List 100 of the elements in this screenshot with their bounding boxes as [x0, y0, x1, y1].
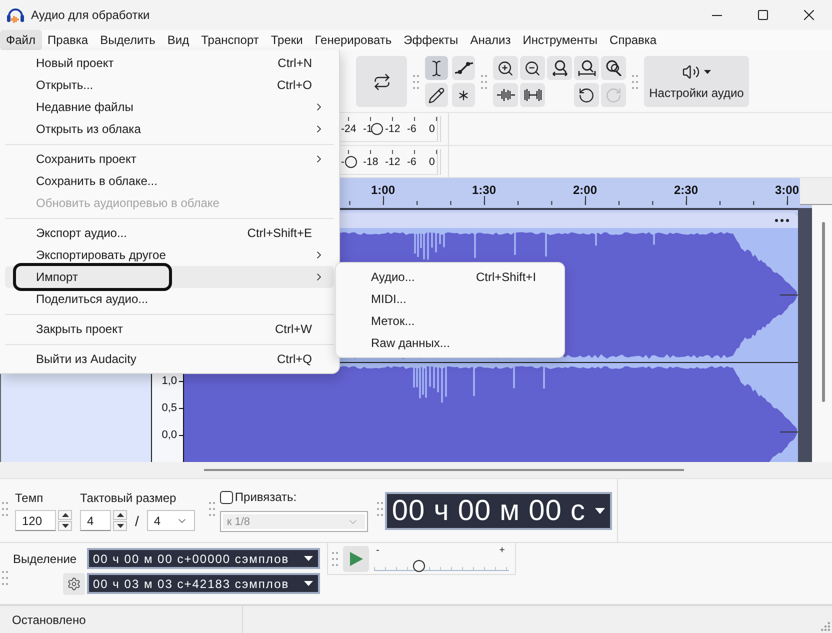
- menu-item[interactable]: Недавние файлы: [5, 96, 334, 118]
- time-label: 2:00: [572, 183, 598, 197]
- pencil-icon: [428, 86, 445, 104]
- amplitude-label: 0,5: [162, 401, 183, 415]
- menu-bar-item[interactable]: Транспорт: [195, 30, 265, 50]
- meter-label: 0: [429, 123, 435, 136]
- grip-handle[interactable]: [332, 552, 338, 566]
- menu-item[interactable]: Экспорт аудио... Ctrl+Shift+E: [5, 222, 334, 244]
- line-nodes-icon: [454, 60, 472, 76]
- zoom-out-icon: [524, 60, 541, 76]
- menu-item[interactable]: Экспортировать другое: [5, 244, 334, 266]
- menu-item[interactable]: Открыть... Ctrl+O: [5, 74, 334, 96]
- silence-button[interactable]: [520, 83, 545, 107]
- scrollbar-thumb[interactable]: [204, 469, 684, 471]
- shortcut-text: Ctrl+N: [278, 56, 312, 70]
- menu-item[interactable]: MIDI...: [339, 288, 561, 310]
- play-button[interactable]: [343, 546, 369, 572]
- zoom-toggle-button[interactable]: [601, 56, 626, 80]
- shortcut-text: Ctrl+Shift+I: [476, 270, 538, 284]
- settings-button[interactable]: [63, 572, 85, 594]
- time-display[interactable]: 00 ч 00 м 00 с: [384, 492, 612, 530]
- meter-label: -18: [363, 156, 378, 169]
- grip-handle[interactable]: [632, 75, 638, 89]
- zoom-in-button[interactable]: [493, 56, 518, 80]
- grip-handle[interactable]: [2, 502, 8, 516]
- trim-button[interactable]: [493, 83, 518, 107]
- selection-label: Выделение: [13, 552, 78, 566]
- down-triangle-icon: [62, 524, 68, 528]
- slider-thumb[interactable]: [412, 560, 425, 572]
- magnifier-arrows-icon: [550, 60, 568, 76]
- loop-icon: [372, 72, 390, 90]
- audio-setup-button[interactable]: Настройки аудио: [644, 56, 749, 107]
- menu-bar-item[interactable]: Справка: [604, 30, 663, 50]
- grip-handle[interactable]: [2, 571, 8, 585]
- menu-item[interactable]: Закрыть проект Ctrl+W: [5, 318, 334, 340]
- menu-item[interactable]: Сохранить проект: [5, 148, 334, 170]
- time-label: 1:00: [370, 183, 396, 197]
- redo-icon: [605, 86, 622, 104]
- grip-handle[interactable]: [376, 502, 383, 516]
- time-field[interactable]: 00 ч 03 м 03 с+42183 сэмплов: [87, 573, 320, 594]
- time-signature-label: Тактовый размер: [80, 491, 176, 505]
- maximize-icon: [758, 10, 768, 20]
- multi-tool-button[interactable]: [452, 83, 475, 107]
- waveform-icon: [496, 89, 514, 101]
- zoom-in-icon: [497, 60, 514, 76]
- fit-project-button[interactable]: [574, 56, 599, 80]
- menu-item[interactable]: Поделиться аудио...: [5, 288, 334, 310]
- tempo-label: Темп: [15, 491, 44, 505]
- menu-item[interactable]: Выйти из Audacity Ctrl+Q: [5, 348, 334, 370]
- envelope-tool-button[interactable]: [452, 56, 475, 80]
- grip-handle[interactable]: [481, 75, 487, 89]
- menu-bar-item[interactable]: Треки: [264, 30, 309, 50]
- menu-item[interactable]: Импорт: [5, 266, 334, 288]
- scrollbar-thumb[interactable]: [822, 222, 825, 402]
- divider-text: /: [135, 512, 139, 528]
- double-magnifier-icon: [604, 60, 622, 76]
- resize-grip-icon: [821, 622, 830, 631]
- zoom-out-button[interactable]: [520, 56, 545, 80]
- slider-max-label: +: [499, 546, 505, 556]
- menu-bar-item[interactable]: Правка: [42, 30, 94, 50]
- play-icon: [350, 552, 362, 566]
- up-triangle-icon: [116, 513, 124, 517]
- menu-item[interactable]: Новый проект Ctrl+N: [5, 52, 334, 74]
- slider-thumb[interactable]: [371, 123, 384, 135]
- spin-up-button[interactable]: [58, 510, 72, 520]
- grip-handle[interactable]: [208, 502, 215, 516]
- menu-item[interactable]: Аудио... Ctrl+Shift+I: [339, 266, 561, 288]
- time-label: 3:00: [774, 183, 800, 197]
- beats-field[interactable]: 4: [80, 510, 111, 531]
- more-icon[interactable]: [775, 219, 789, 222]
- loop-button[interactable]: [356, 56, 407, 107]
- spin-down-button[interactable]: [58, 521, 72, 531]
- draw-tool-button[interactable]: [425, 83, 448, 107]
- menu-bar-item[interactable]: Выделить: [94, 30, 162, 50]
- menu-bar-item[interactable]: Анализ: [464, 30, 517, 50]
- menu-bar-item[interactable]: Эффекты: [398, 30, 464, 50]
- time-field[interactable]: 00 ч 00 м 00 с+00000 сэмплов: [87, 548, 320, 569]
- spin-down-button[interactable]: [113, 521, 127, 531]
- meter-label: -24: [341, 123, 356, 136]
- close-icon: [804, 10, 814, 20]
- app-logo-icon: [7, 7, 24, 23]
- amplitude-label: 0,0: [162, 428, 183, 442]
- fit-selection-button[interactable]: [547, 56, 572, 80]
- spin-up-button[interactable]: [113, 510, 127, 520]
- caret-down-icon: [304, 556, 313, 561]
- tempo-field[interactable]: 120: [15, 510, 56, 531]
- slider-thumb[interactable]: [345, 156, 358, 168]
- caret-down-icon: [304, 581, 313, 586]
- grip-handle[interactable]: [413, 75, 419, 89]
- menu-item[interactable]: Открыть из облака: [5, 118, 334, 140]
- menu-bar-item[interactable]: Генерировать: [308, 30, 398, 50]
- beat-value-dropdown[interactable]: 4: [146, 510, 195, 531]
- menu-bar-item[interactable]: Вид: [161, 30, 196, 50]
- menu-bar-item[interactable]: Файл: [0, 30, 42, 50]
- meter-label: -12: [385, 156, 400, 169]
- select-tool-button[interactable]: [425, 56, 448, 80]
- menu-item[interactable]: Меток...: [339, 310, 561, 332]
- undo-button[interactable]: [574, 83, 599, 107]
- menu-item[interactable]: Raw данных...: [339, 332, 561, 354]
- menu-bar-item[interactable]: Инструменты: [516, 30, 604, 50]
